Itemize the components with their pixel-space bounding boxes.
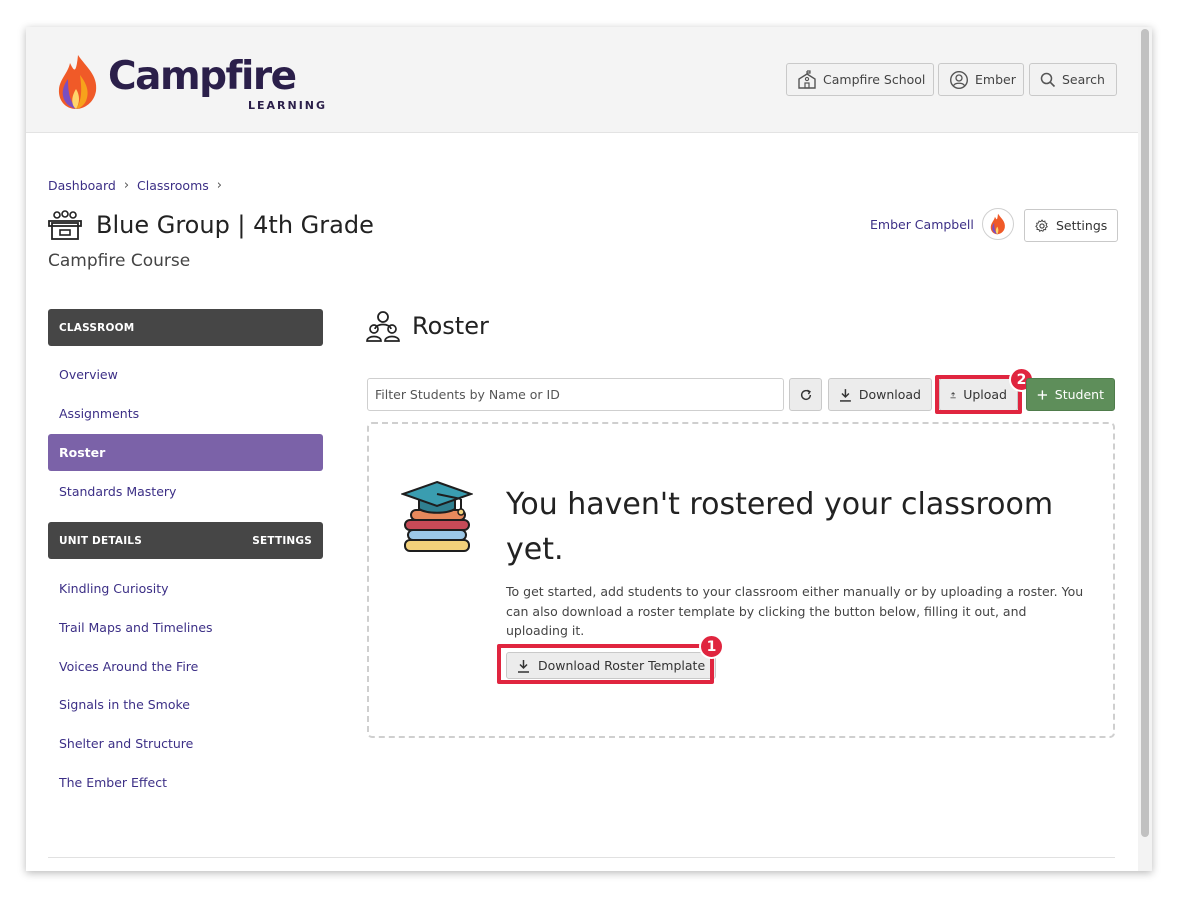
app-window: Campfire LEARNING Campfire School Ember <box>26 27 1152 871</box>
refresh-button[interactable] <box>789 378 822 411</box>
sidebar-item-assignments[interactable]: Assignments <box>48 395 323 432</box>
teacher-info[interactable]: Ember Campbell <box>870 208 1014 240</box>
school-button[interactable]: Campfire School <box>786 63 934 96</box>
sidebar-item-label: Kindling Curiosity <box>59 581 169 596</box>
sidebar-heading-label: CLASSROOM <box>59 321 135 334</box>
template-highlight <box>497 644 714 684</box>
sidebar-item-label: Roster <box>59 445 106 460</box>
download-label: Download <box>858 387 921 402</box>
add-student-button[interactable]: Student <box>1026 378 1115 411</box>
user-button[interactable]: Ember <box>938 63 1024 96</box>
teacher-name: Ember Campbell <box>870 216 974 232</box>
breadcrumb-classrooms[interactable]: Classrooms <box>137 178 209 193</box>
settings-button[interactable]: Settings <box>1024 209 1119 242</box>
breadcrumb: Dashboard › Classrooms › <box>48 178 222 193</box>
sidebar-heading-unit-details: UNIT DETAILS SETTINGS <box>48 522 323 559</box>
sidebar-item-overview[interactable]: Overview <box>48 356 323 393</box>
sidebar-item-unit[interactable]: The Ember Effect <box>48 764 323 801</box>
top-header: Campfire LEARNING Campfire School Ember <box>26 27 1138 133</box>
filter-students-input[interactable] <box>367 378 784 411</box>
school-label: Campfire School <box>823 72 926 87</box>
scrollbar[interactable] <box>1138 27 1152 871</box>
scrollbar-thumb[interactable] <box>1141 29 1149 837</box>
page-title: Blue Group | 4th Grade <box>96 211 374 239</box>
users-icon <box>366 311 400 342</box>
callout-badge-1: 1 <box>699 634 724 659</box>
class-title-row: Blue Group | 4th Grade <box>48 209 374 241</box>
campfire-flame-icon <box>58 55 97 109</box>
add-student-label: Student <box>1054 387 1104 402</box>
roster-heading: Roster <box>366 310 489 342</box>
breadcrumb-dashboard[interactable]: Dashboard <box>48 178 116 193</box>
avatar <box>981 208 1014 240</box>
user-label: Ember <box>975 72 1016 87</box>
sidebar-item-unit[interactable]: Kindling Curiosity <box>48 570 323 607</box>
sidebar-item-unit[interactable]: Shelter and Structure <box>48 725 323 762</box>
sidebar-item-unit[interactable]: Signals in the Smoke <box>48 686 323 723</box>
empty-state-title: You haven't rostered your classroom yet. <box>506 487 1054 567</box>
sidebar-item-label: The Ember Effect <box>59 775 168 790</box>
download-button[interactable]: Download <box>828 378 932 411</box>
sidebar-item-label: Overview <box>59 367 118 382</box>
sidebar-item-unit[interactable]: Voices Around the Fire <box>48 648 323 685</box>
search-icon <box>1040 72 1056 87</box>
school-icon <box>798 69 816 89</box>
sidebar-item-label: Signals in the Smoke <box>59 697 190 712</box>
unit-settings-link[interactable]: SETTINGS <box>252 535 312 547</box>
sidebar-item-label: Voices Around the Fire <box>59 659 199 674</box>
footer-divider <box>48 857 1115 858</box>
sidebar-heading-label: UNIT DETAILS <box>59 534 142 547</box>
sidebar-heading-classroom: CLASSROOM <box>48 309 323 346</box>
sidebar-item-label: Standards Mastery <box>59 484 177 499</box>
graduation-books-icon <box>401 480 473 552</box>
settings-label: Settings <box>1056 218 1108 233</box>
sidebar-item-roster[interactable]: Roster <box>48 434 323 471</box>
classroom-icon <box>48 210 82 240</box>
sidebar-item-label: Trail Maps and Timelines <box>59 620 213 635</box>
logo-wordmark: Campfire <box>108 54 297 99</box>
roster-title: Roster <box>412 312 489 340</box>
plus-icon <box>1037 389 1048 400</box>
refresh-icon <box>800 389 811 400</box>
search-button[interactable]: Search <box>1029 63 1117 96</box>
gear-icon <box>1035 218 1048 232</box>
search-label: Search <box>1062 72 1105 87</box>
campfire-logo[interactable]: Campfire LEARNING <box>56 51 325 115</box>
user-circle-icon <box>949 70 969 89</box>
sidebar-item-label: Assignments <box>59 406 140 421</box>
download-icon <box>839 388 851 402</box>
empty-roster-panel: You haven't rostered your classroom yet.… <box>367 422 1115 738</box>
campfire-flame-icon <box>990 213 1005 235</box>
course-title: Campfire Course <box>48 251 191 271</box>
sidebar-item-unit[interactable]: Trail Maps and Timelines <box>48 609 323 646</box>
sidebar-item-standards-mastery[interactable]: Standards Mastery <box>48 473 323 510</box>
sidebar-item-label: Shelter and Structure <box>59 736 194 751</box>
chevron-right-icon: › <box>123 178 130 193</box>
empty-state-text: To get started, add students to your cla… <box>506 584 1084 638</box>
logo-subtitle: LEARNING <box>248 99 328 112</box>
chevron-right-icon: › <box>216 178 222 193</box>
